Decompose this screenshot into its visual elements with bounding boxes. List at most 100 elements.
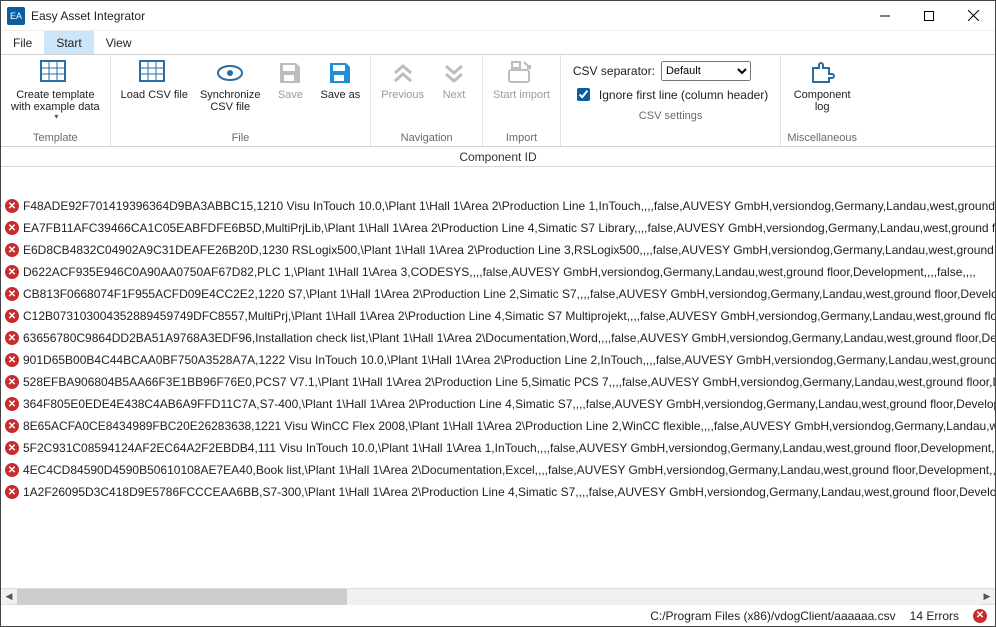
chevron-down-double-icon (438, 59, 470, 87)
scroll-right-button[interactable]: ▶ (979, 589, 995, 605)
ribbon: Create template with example data ▾ Temp… (1, 55, 995, 147)
tab-start[interactable]: Start (44, 31, 93, 54)
scroll-track[interactable] (17, 589, 979, 605)
row-text: D622ACF935E946C0A90AA0750AF67D82,PLC 1,\… (23, 265, 976, 279)
table-row[interactable]: ✕ 901D65B00B4C44BCAA0BF750A3528A7A,1222 V… (1, 349, 995, 371)
status-bar: C:/Program Files (x86)/vdogClient/aaaaaa… (1, 604, 995, 626)
table-row[interactable]: ✕ F48ADE92F701419396364D9BA3ABBC15,1210 V… (1, 195, 995, 217)
save-icon (274, 59, 306, 87)
ignore-first-line-input[interactable] (577, 88, 590, 101)
eye-icon (214, 59, 246, 87)
column-header[interactable]: Component ID (1, 147, 995, 167)
spacer-row (1, 167, 995, 195)
minimize-button[interactable] (863, 1, 907, 31)
table-row[interactable]: ✕ 528EFBA906804B5AA66F3E1BB96F76E0,PCS7 V… (1, 371, 995, 393)
tab-view[interactable]: View (94, 31, 144, 54)
csv-separator-select[interactable]: Default (661, 61, 751, 81)
menu-bar: File Start View (1, 31, 995, 55)
ignore-first-line-checkbox[interactable]: Ignore first line (column header) (573, 85, 768, 104)
table-row[interactable]: ✕ 4EC4CD84590D4590B50610108AE7EA40,Book l… (1, 459, 995, 481)
save-as-button[interactable]: Save as (316, 57, 364, 103)
scroll-left-button[interactable]: ◀ (1, 589, 17, 605)
ribbon-group-file: Load CSV file Synchronize CSV file Save (111, 55, 372, 146)
status-path: C:/Program Files (x86)/vdogClient/aaaaaa… (650, 609, 895, 623)
table-row[interactable]: ✕364F805E0EDE4E438C4AB6A9FFD11C7A,S7-400… (1, 393, 995, 415)
row-text: 63656780C9864DD2BA51A9768A3EDF96,Install… (23, 331, 995, 345)
row-text: E6D8CB4832C04902A9C31DEAFE26B20D,1230 RS… (23, 243, 995, 257)
puzzle-icon (806, 59, 838, 87)
minimize-icon (880, 11, 890, 21)
row-text: F48ADE92F701419396364D9BA3ABBC15,1210 Vi… (23, 199, 995, 213)
next-button[interactable]: Next (432, 57, 476, 103)
error-icon: ✕ (5, 331, 19, 345)
maximize-button[interactable] (907, 1, 951, 31)
row-text: 1A2F26095D3C418D9E5786FCCCEAA6BB,S7-300,… (23, 485, 995, 499)
file-group-label: File (232, 130, 250, 146)
ignore-first-line-label: Ignore first line (column header) (599, 88, 768, 102)
create-template-button[interactable]: Create template with example data ▾ (7, 57, 104, 124)
load-csv-button[interactable]: Load CSV file (117, 57, 192, 103)
start-import-button[interactable]: Start import (489, 57, 554, 103)
horizontal-scrollbar[interactable]: ◀ ▶ (1, 588, 995, 604)
ribbon-group-misc: Component log Miscellaneous (781, 55, 863, 146)
error-icon: ✕ (5, 441, 19, 455)
error-icon: ✕ (5, 485, 19, 499)
error-icon: ✕ (5, 243, 19, 257)
app-icon: EA (7, 7, 25, 25)
navigation-group-label: Navigation (401, 130, 453, 146)
component-log-button[interactable]: Component log (790, 57, 855, 115)
row-text: 528EFBA906804B5AA66F3E1BB96F76E0,PCS7 V7… (23, 375, 995, 389)
save-button[interactable]: Save (268, 57, 312, 103)
error-icon: ✕ (5, 419, 19, 433)
error-icon: ✕ (5, 221, 19, 235)
scroll-thumb[interactable] (17, 589, 347, 605)
table-row[interactable]: ✕D622ACF935E946C0A90AA0750AF67D82,PLC 1,… (1, 261, 995, 283)
error-icon: ✕ (5, 463, 19, 477)
save-label: Save (278, 89, 303, 101)
error-icon: ✕ (5, 199, 19, 213)
previous-label: Previous (381, 89, 424, 101)
ribbon-group-template: Create template with example data ▾ Temp… (1, 55, 111, 146)
maximize-icon (924, 11, 934, 21)
row-text: CB813F0668074F1F955ACFD09E4CC2E2,1220 S7… (23, 287, 995, 301)
status-errors: 14 Errors (910, 609, 959, 623)
grid-icon (138, 59, 170, 87)
ribbon-group-import: Start import Import (483, 55, 561, 146)
table-row[interactable]: ✕8E65ACFA0CE8434989FBC20E26283638,1221 V… (1, 415, 995, 437)
tab-file[interactable]: File (1, 31, 44, 54)
table-row[interactable]: ✕ E6D8CB4832C04902A9C31DEAFE26B20D,1230 R… (1, 239, 995, 261)
chevron-up-double-icon (387, 59, 419, 87)
start-import-label: Start import (493, 89, 550, 101)
csv-separator-label: CSV separator: (573, 64, 655, 78)
table-row[interactable]: ✕ C12B073103004352889459749DFC8557,MultiP… (1, 305, 995, 327)
synchronize-button[interactable]: Synchronize CSV file (196, 57, 265, 115)
error-icon: ✕ (5, 287, 19, 301)
import-icon (505, 59, 537, 87)
table-row[interactable]: ✕ 1A2F26095D3C418D9E5786FCCCEAA6BB,S7-300… (1, 481, 995, 503)
save-as-label: Save as (320, 89, 360, 101)
ribbon-group-navigation: Previous Next Navigation (371, 55, 483, 146)
title-bar: EA Easy Asset Integrator (1, 1, 995, 31)
error-icon: ✕ (5, 353, 19, 367)
component-log-label: Component log (794, 89, 851, 113)
csv-group-label: CSV settings (639, 108, 703, 124)
close-button[interactable] (951, 1, 995, 31)
error-icon: ✕ (973, 609, 987, 623)
row-text: 4EC4CD84590D4590B50610108AE7EA40,Book li… (23, 463, 995, 477)
previous-button[interactable]: Previous (377, 57, 428, 103)
synchronize-label: Synchronize CSV file (200, 89, 261, 113)
table-row[interactable]: ✕ CB813F0668074F1F955ACFD09E4CC2E2,1220 S… (1, 283, 995, 305)
close-icon (968, 10, 979, 21)
row-text: C12B073103004352889459749DFC8557,MultiPr… (23, 309, 995, 323)
import-group-label: Import (506, 130, 537, 146)
table-row[interactable]: ✕EA7FB11AFC39466CA1C05EABFDFE6B5D,MultiP… (1, 217, 995, 239)
row-text: 901D65B00B4C44BCAA0BF750A3528A7A,1222 Vi… (23, 353, 995, 367)
chevron-down-icon: ▾ (54, 113, 58, 122)
error-icon: ✕ (5, 309, 19, 323)
next-label: Next (443, 89, 466, 101)
error-icon: ✕ (5, 375, 19, 389)
table-row[interactable]: ✕5F2C931C08594124AF2EC64A2F2EBDB4,111 Vi… (1, 437, 995, 459)
create-template-label: Create template with example data (11, 89, 100, 113)
window-title: Easy Asset Integrator (31, 9, 145, 23)
table-row[interactable]: ✕ 63656780C9864DD2BA51A9768A3EDF96,Instal… (1, 327, 995, 349)
